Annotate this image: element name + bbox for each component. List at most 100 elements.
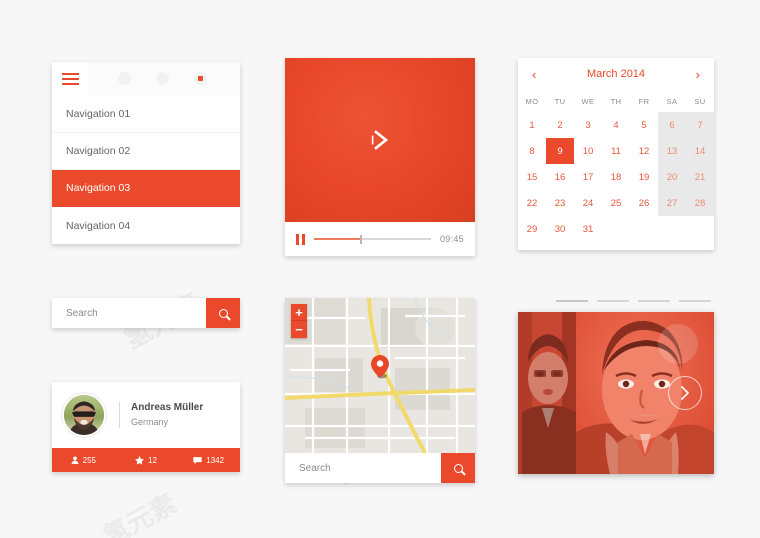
calendar-day-empty xyxy=(630,216,658,242)
map-zoom-in-button[interactable]: + xyxy=(291,304,307,321)
nav-item-label: Navigation 01 xyxy=(66,108,131,120)
stat-favorites[interactable]: 12 xyxy=(115,455,178,465)
calendar-day-8[interactable]: 8 xyxy=(518,138,546,164)
calendar-prev-month-button[interactable]: ‹ xyxy=(532,68,536,81)
calendar-day-27[interactable]: 27 xyxy=(658,190,686,216)
calendar-day-20[interactable]: 20 xyxy=(658,164,686,190)
nav-item-1[interactable]: Navigation 01 xyxy=(52,96,240,133)
calendar-dow-su: SU xyxy=(694,96,706,106)
stat-followers[interactable]: 255 xyxy=(52,456,115,465)
profile-card: Andreas Müller Germany 255 12 1342 xyxy=(52,382,240,472)
calendar-day-21[interactable]: 21 xyxy=(686,164,714,190)
stat-comments[interactable]: 1342 xyxy=(177,456,240,465)
video-screen[interactable] xyxy=(285,58,475,222)
bokeh-highlight xyxy=(658,324,698,364)
avatar xyxy=(62,393,106,437)
video-time-label: 09:45 xyxy=(439,234,464,244)
comment-icon xyxy=(193,456,202,464)
nav-item-4[interactable]: Navigation 04 xyxy=(52,207,240,244)
calendar-day-25[interactable]: 25 xyxy=(602,190,630,216)
calendar-day-9[interactable]: 9 xyxy=(546,138,574,164)
ghost-icon-2[interactable] xyxy=(156,72,169,85)
calendar-day-23[interactable]: 23 xyxy=(546,190,574,216)
nav-item-2[interactable]: Navigation 02 xyxy=(52,133,240,170)
calendar-day-12[interactable]: 12 xyxy=(630,138,658,164)
chevron-right-icon xyxy=(680,385,690,401)
calendar-dow-tu: TU xyxy=(554,96,566,106)
map-zoom-controls: + − xyxy=(291,304,307,338)
notification-badge-dot xyxy=(198,76,203,81)
star-icon xyxy=(135,455,145,465)
calendar-day-6[interactable]: 6 xyxy=(658,112,686,138)
carousel-previous-slide[interactable] xyxy=(518,312,580,474)
calendar-day-22[interactable]: 22 xyxy=(518,190,546,216)
calendar-dow-th: TH xyxy=(610,96,622,106)
calendar-dow-mo: MO xyxy=(525,96,539,106)
stat-value: 12 xyxy=(148,455,157,465)
calendar-day-4[interactable]: 4 xyxy=(602,112,630,138)
map-search-bar: Search xyxy=(285,453,475,483)
calendar-day-19[interactable]: 19 xyxy=(630,164,658,190)
stat-value: 255 xyxy=(82,455,97,465)
play-button[interactable] xyxy=(367,127,393,153)
map-search-placeholder: Search xyxy=(299,462,331,474)
nav-item-label: Navigation 02 xyxy=(66,145,131,157)
calendar-day-5[interactable]: 5 xyxy=(630,112,658,138)
carousel-indicator-2[interactable] xyxy=(597,300,629,302)
play-chevron-icon xyxy=(371,130,389,150)
carousel-indicator-4[interactable] xyxy=(679,300,711,302)
map-zoom-out-button[interactable]: − xyxy=(291,321,307,338)
nav-item-label: Navigation 04 xyxy=(66,219,131,232)
calendar-day-10[interactable]: 10 xyxy=(574,138,602,164)
calendar-day-2[interactable]: 2 xyxy=(546,112,574,138)
search-bar-card: Search xyxy=(52,298,240,328)
calendar-day-1[interactable]: 1 xyxy=(518,112,546,138)
calendar-day-28[interactable]: 28 xyxy=(686,190,714,216)
calendar-day-17[interactable]: 17 xyxy=(574,164,602,190)
profile-header: Andreas Müller Germany xyxy=(52,382,240,448)
calendar-header: ‹ March 2014 › xyxy=(518,58,714,90)
ghost-icon-1[interactable] xyxy=(118,72,131,85)
search-input[interactable]: Search xyxy=(52,298,206,328)
calendar-day-24[interactable]: 24 xyxy=(574,190,602,216)
calendar-dow-sa: SA xyxy=(666,96,678,106)
calendar-day-3[interactable]: 3 xyxy=(574,112,602,138)
calendar-day-16[interactable]: 16 xyxy=(546,164,574,190)
map-canvas[interactable]: + − xyxy=(285,298,475,453)
calendar-day-15[interactable]: 15 xyxy=(518,164,546,190)
video-progress-slider[interactable] xyxy=(313,234,431,244)
calendar-days-grid: 1 2 3 4 5 6 7 8 9 10 11 12 13 14 15 16 17 18 19 20 21 22 23 24 2… xyxy=(518,112,714,242)
calendar-day-14[interactable]: 14 xyxy=(686,138,714,164)
carousel-stage xyxy=(518,312,714,474)
ui-kit-canvas: 氢元素 氢元素 氢元素 氢元素 氢元素 氢元素 Navigation 01 Na… xyxy=(0,0,760,538)
carousel-prev-image xyxy=(518,312,580,474)
hamburger-menu-button[interactable] xyxy=(52,62,88,96)
search-icon xyxy=(218,308,228,318)
calendar-day-29[interactable]: 29 xyxy=(518,216,546,242)
carousel-indicator-3[interactable] xyxy=(638,300,670,302)
search-placeholder: Search xyxy=(66,307,98,319)
calendar-day-30[interactable]: 30 xyxy=(546,216,574,242)
calendar-day-31[interactable]: 31 xyxy=(574,216,602,242)
calendar-day-headers: MO TU WE TH FR SA SU xyxy=(518,90,714,112)
carousel-indicator-1[interactable] xyxy=(556,300,588,302)
calendar-next-month-button[interactable]: › xyxy=(696,68,700,81)
nav-item-3[interactable]: Navigation 03 xyxy=(52,170,240,207)
map-pin-icon xyxy=(371,355,389,379)
calendar-title: March 2014 xyxy=(586,68,646,80)
nav-item-label: Navigation 03 xyxy=(66,182,131,194)
carousel-indicators xyxy=(518,296,714,306)
map-search-input[interactable]: Search xyxy=(285,453,441,483)
calendar-day-26[interactable]: 26 xyxy=(630,190,658,216)
carousel-next-button[interactable] xyxy=(668,376,702,410)
progress-handle[interactable] xyxy=(360,234,363,244)
map-pin-marker[interactable] xyxy=(371,355,389,379)
calendar-day-11[interactable]: 11 xyxy=(602,138,630,164)
calendar-day-7[interactable]: 7 xyxy=(686,112,714,138)
pause-button[interactable] xyxy=(296,233,305,245)
calendar-day-18[interactable]: 18 xyxy=(602,164,630,190)
calendar-day-13[interactable]: 13 xyxy=(658,138,686,164)
profile-name: Andreas Müller xyxy=(131,402,204,413)
map-search-submit-button[interactable] xyxy=(441,453,475,483)
search-submit-button[interactable] xyxy=(206,298,240,328)
